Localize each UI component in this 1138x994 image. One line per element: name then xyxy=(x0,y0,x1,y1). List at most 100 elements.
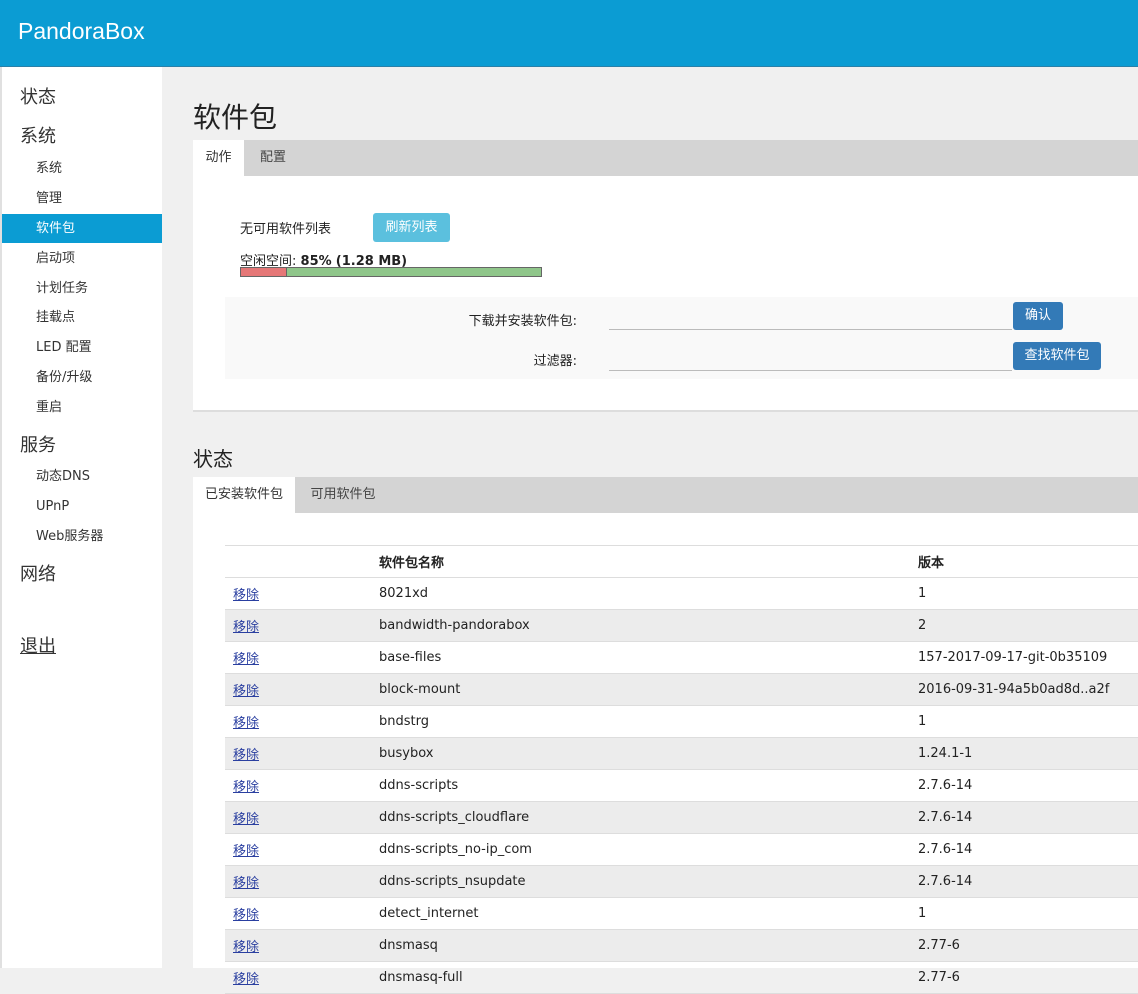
remove-package-link[interactable]: 移除 xyxy=(233,748,259,763)
package-version: 1 xyxy=(918,897,1138,930)
remove-cell: 移除 xyxy=(225,897,378,930)
remove-cell: 移除 xyxy=(225,833,378,866)
remove-package-link[interactable]: 移除 xyxy=(233,812,259,827)
remove-package-link[interactable]: 移除 xyxy=(233,780,259,795)
remove-cell: 移除 xyxy=(225,577,378,610)
column-header-action xyxy=(225,545,378,578)
table-row: 移除 ddns-scripts 2.7.6-14 xyxy=(225,769,1138,802)
status-section-title: 状态 xyxy=(193,447,233,471)
nav-group-system[interactable]: 系统 xyxy=(20,122,56,148)
sidebar-item-backup[interactable]: 备份/升级 xyxy=(2,363,162,392)
remove-cell: 移除 xyxy=(225,641,378,674)
tab-configuration[interactable]: 配置 xyxy=(244,140,302,176)
actions-tabbar: 动作 配置 xyxy=(193,140,1138,176)
logout-link[interactable]: 退出 xyxy=(20,632,56,658)
package-name: ddns-scripts_nsupdate xyxy=(378,865,918,898)
download-url-input[interactable] xyxy=(609,297,1012,330)
packages-table: 软件包名称 版本 移除 8021xd 1 移除 bandwidth-pandorabox… xyxy=(225,545,1138,994)
table-row: 移除 bandwidth-pandorabox 2 xyxy=(225,609,1138,642)
sidebar: 状态 系统 系统 管理 软件包 启动项 计划任务 挂载点 LED 配置 备份/升… xyxy=(0,67,162,968)
page-title: 软件包 xyxy=(193,101,278,134)
sidebar-item-reboot[interactable]: 重启 xyxy=(2,393,162,422)
package-name: ddns-scripts xyxy=(378,769,918,802)
table-header-row: 软件包名称 版本 xyxy=(225,545,1138,578)
sidebar-item-webserver[interactable]: Web服务器 xyxy=(2,522,162,551)
package-version: 2.7.6-14 xyxy=(918,801,1138,834)
package-version: 1 xyxy=(918,577,1138,610)
package-name: bandwidth-pandorabox xyxy=(378,609,918,642)
remove-package-link[interactable]: 移除 xyxy=(233,908,259,923)
package-version: 2 xyxy=(918,609,1138,642)
remove-cell: 移除 xyxy=(225,705,378,738)
table-row: 移除 base-files 157-2017-09-17-git-0b35109 xyxy=(225,641,1138,674)
package-name: bndstrg xyxy=(378,705,918,738)
package-name: ddns-scripts_no-ip_com xyxy=(378,833,918,866)
tab-installed-packages[interactable]: 已安装软件包 xyxy=(193,477,295,513)
refresh-list-button[interactable]: 刷新列表 xyxy=(373,213,450,242)
remove-cell: 移除 xyxy=(225,961,378,994)
package-name: dnsmasq-full xyxy=(378,961,918,994)
remove-package-link[interactable]: 移除 xyxy=(233,972,259,987)
table-row: 移除 block-mount 2016-09-31-94a5b0ad8d..a2f xyxy=(225,673,1138,706)
remove-package-link[interactable]: 移除 xyxy=(233,716,259,731)
remove-package-link[interactable]: 移除 xyxy=(233,652,259,667)
table-row: 移除 ddns-scripts_cloudflare 2.7.6-14 xyxy=(225,801,1138,834)
column-header-version: 版本 xyxy=(918,545,1138,578)
package-name: ddns-scripts_cloudflare xyxy=(378,801,918,834)
sidebar-item-crontab[interactable]: 计划任务 xyxy=(2,274,162,303)
package-version: 2016-09-31-94a5b0ad8d..a2f xyxy=(918,673,1138,706)
remove-cell: 移除 xyxy=(225,769,378,802)
package-name: block-mount xyxy=(378,673,918,706)
remove-cell: 移除 xyxy=(225,737,378,770)
package-version: 2.77-6 xyxy=(918,961,1138,994)
package-version: 1.24.1-1 xyxy=(918,737,1138,770)
brand-logo[interactable]: PandoraBox xyxy=(18,18,145,45)
tab-actions[interactable]: 动作 xyxy=(193,140,244,176)
package-name: detect_internet xyxy=(378,897,918,930)
sidebar-item-admin[interactable]: 管理 xyxy=(2,184,162,213)
no-list-text: 无可用软件列表 xyxy=(240,222,332,237)
sidebar-item-ddns[interactable]: 动态DNS xyxy=(2,462,162,491)
package-version: 1 xyxy=(918,705,1138,738)
find-package-button[interactable]: 查找软件包 xyxy=(1013,342,1101,370)
nav-group-network[interactable]: 网络 xyxy=(20,560,56,586)
sidebar-item-startup[interactable]: 启动项 xyxy=(2,244,162,273)
package-version: 2.77-6 xyxy=(918,929,1138,962)
filter-label: 过滤器: xyxy=(533,354,577,369)
nav-group-status[interactable]: 状态 xyxy=(20,83,56,109)
actions-panel: 无可用软件列表 刷新列表 空闲空间: 85% (1.28 MB) 下载并安装软件… xyxy=(193,176,1138,412)
used-space-fill xyxy=(241,268,287,276)
table-row: 移除 ddns-scripts_nsupdate 2.7.6-14 xyxy=(225,865,1138,898)
remove-cell: 移除 xyxy=(225,801,378,834)
remove-package-link[interactable]: 移除 xyxy=(233,876,259,891)
status-tabbar: 已安装软件包 可用软件包 xyxy=(193,477,1138,513)
remove-cell: 移除 xyxy=(225,865,378,898)
table-row: 移除 bndstrg 1 xyxy=(225,705,1138,738)
tab-available-packages[interactable]: 可用软件包 xyxy=(295,477,391,513)
package-name: dnsmasq xyxy=(378,929,918,962)
package-name: busybox xyxy=(378,737,918,770)
remove-package-link[interactable]: 移除 xyxy=(233,940,259,955)
filter-input[interactable] xyxy=(609,338,1012,371)
sidebar-item-led[interactable]: LED 配置 xyxy=(2,333,162,362)
remove-cell: 移除 xyxy=(225,929,378,962)
sidebar-item-software[interactable]: 软件包 xyxy=(2,214,162,243)
nav-group-services[interactable]: 服务 xyxy=(20,431,56,457)
remove-cell: 移除 xyxy=(225,609,378,642)
sidebar-item-mounts[interactable]: 挂载点 xyxy=(2,303,162,332)
packages-panel: 软件包名称 版本 移除 8021xd 1 移除 bandwidth-pandorabox… xyxy=(193,513,1138,994)
table-row: 移除 8021xd 1 xyxy=(225,577,1138,610)
table-row: 移除 detect_internet 1 xyxy=(225,897,1138,930)
download-install-label: 下载并安装软件包: xyxy=(468,314,577,329)
remove-package-link[interactable]: 移除 xyxy=(233,588,259,603)
sidebar-item-system[interactable]: 系统 xyxy=(2,154,162,183)
top-bar: PandoraBox xyxy=(0,0,1138,67)
sidebar-item-upnp[interactable]: UPnP xyxy=(2,492,162,521)
remove-package-link[interactable]: 移除 xyxy=(233,844,259,859)
remove-package-link[interactable]: 移除 xyxy=(233,684,259,699)
install-form: 下载并安装软件包: 确认 过滤器: 查找软件包 xyxy=(225,297,1138,379)
package-name: base-files xyxy=(378,641,918,674)
package-version: 2.7.6-14 xyxy=(918,833,1138,866)
remove-package-link[interactable]: 移除 xyxy=(233,620,259,635)
confirm-button[interactable]: 确认 xyxy=(1013,302,1063,330)
